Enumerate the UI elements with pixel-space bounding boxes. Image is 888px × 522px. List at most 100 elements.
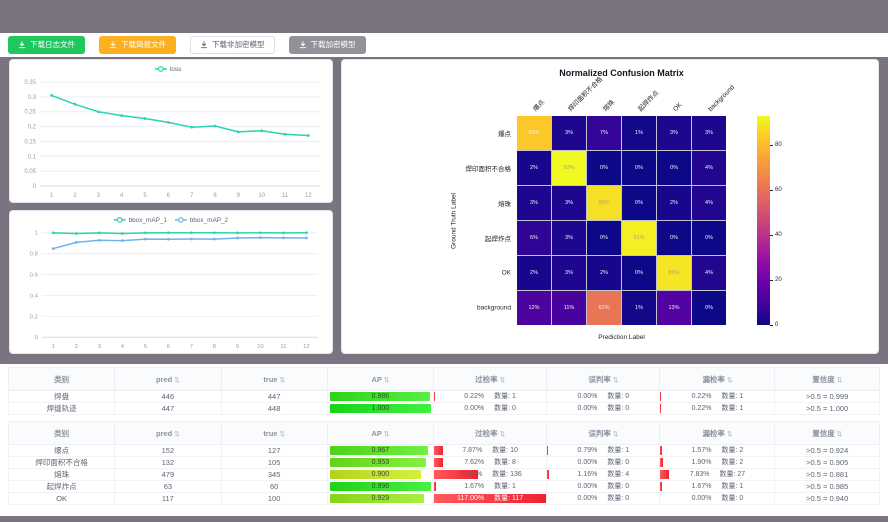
pred-value: 479 xyxy=(115,469,221,481)
miss-rate-cell: 7.83%数量: 27 xyxy=(660,469,775,481)
sort-icon[interactable]: ⇅ xyxy=(500,377,505,384)
misjudge-rate-cell: 0.00%数量: 0 xyxy=(547,493,660,505)
column-header-类别: 类别 xyxy=(9,422,115,445)
matrix-grid: 83%3%7%1%3%3%2%93%0%0%0%4%3%3%88%0%2%4%6… xyxy=(517,116,726,325)
svg-text:4: 4 xyxy=(120,193,124,199)
svg-text:5: 5 xyxy=(143,193,147,199)
sort-icon[interactable]: ⇅ xyxy=(500,431,505,438)
matrix-cell: 88% xyxy=(587,186,621,220)
confidence-value: >0.5 = 0.940 xyxy=(775,493,880,505)
column-header-漏检率: 漏检率⇅ xyxy=(660,422,775,445)
true-value: 448 xyxy=(221,403,327,415)
colorbar-tick-label: 20 xyxy=(775,277,782,283)
matrix-col-label: background xyxy=(707,84,736,113)
legend-item-bbox_mAP_1[interactable]: bbox_mAP_1 xyxy=(114,217,168,224)
training-dashboard: 下载日志文件下载简报文件下载非加密模型下载加密模型 00.050.10.150.… xyxy=(0,0,888,516)
column-header-AP: AP⇅ xyxy=(327,368,433,391)
matrix-cell: 4% xyxy=(692,151,726,185)
class-name: OK xyxy=(9,493,115,505)
legend-item-loss[interactable]: loss xyxy=(155,66,182,73)
class-name: 焊盘 xyxy=(9,391,115,403)
svg-text:0.05: 0.05 xyxy=(24,169,36,175)
column-header-pred: pred⇅ xyxy=(115,422,221,445)
column-header-pred: pred⇅ xyxy=(115,368,221,391)
download-button-1[interactable]: 下载日志文件 xyxy=(8,36,85,54)
svg-text:2: 2 xyxy=(75,344,78,350)
matrix-cell: 0% xyxy=(692,221,726,255)
table-row: 起焊炸点63600.9961.67%数量: 10.00%数量: 01.67%数量… xyxy=(9,481,880,493)
colorbar-tick-label: 40 xyxy=(775,232,782,238)
svg-text:0.2: 0.2 xyxy=(28,125,37,131)
sort-icon[interactable]: ⇅ xyxy=(279,377,284,384)
svg-text:3: 3 xyxy=(97,193,101,199)
confidence-value: >0.5 = 0.999 xyxy=(775,391,880,403)
legend-item-bbox_mAP_2[interactable]: bbox_mAP_2 xyxy=(175,217,229,224)
sort-icon[interactable]: ⇅ xyxy=(384,377,389,384)
misjudge-rate-cell: 1.16%数量: 4 xyxy=(547,469,660,481)
download-button-3[interactable]: 下载非加密模型 xyxy=(190,36,275,54)
loss-chart-card: 00.050.10.150.20.250.30.3512345678910111… xyxy=(9,59,333,203)
svg-text:0.25: 0.25 xyxy=(24,110,36,116)
matrix-cell: 4% xyxy=(692,256,726,290)
matrix-cell: 93% xyxy=(552,151,586,185)
overkill-rate-cell: 1.67%数量: 1 xyxy=(434,481,547,493)
svg-text:6: 6 xyxy=(167,193,171,199)
true-value: 127 xyxy=(221,445,327,457)
true-value: 100 xyxy=(221,493,327,505)
svg-text:8: 8 xyxy=(213,193,217,199)
ap-cell: 0.967 xyxy=(327,445,433,457)
matrix-row-label: background xyxy=(342,305,511,312)
sort-icon[interactable]: ⇅ xyxy=(837,431,842,438)
matrix-cell: 0% xyxy=(622,186,656,220)
svg-text:9: 9 xyxy=(236,344,239,350)
sort-icon[interactable]: ⇅ xyxy=(613,377,618,384)
sort-icon[interactable]: ⇅ xyxy=(174,377,179,384)
class-name: 熔珠 xyxy=(9,469,115,481)
column-header-过检率: 过检率⇅ xyxy=(434,422,547,445)
svg-text:0.6: 0.6 xyxy=(30,272,39,278)
svg-text:7: 7 xyxy=(190,193,194,199)
overkill-rate-cell: 117.00%数量: 117 xyxy=(434,493,547,505)
download-button-4[interactable]: 下载加密模型 xyxy=(289,36,366,54)
svg-text:6: 6 xyxy=(167,344,171,350)
table-row: OK1171000.929117.00%数量: 1170.00%数量: 00.0… xyxy=(9,493,880,505)
miss-rate-cell: 0.22%数量: 1 xyxy=(660,403,775,415)
matrix-row-label: 爆点 xyxy=(342,128,511,138)
miss-rate-cell: 1.90%数量: 2 xyxy=(660,457,775,469)
svg-text:10: 10 xyxy=(257,344,264,350)
column-header-误判率: 误判率⇅ xyxy=(547,368,660,391)
svg-text:12: 12 xyxy=(303,344,310,350)
svg-text:0.3: 0.3 xyxy=(28,95,37,101)
overkill-rate-cell: 7.62%数量: 8 xyxy=(434,457,547,469)
confusion-matrix-card: Normalized Confusion Matrix83%3%7%1%3%3%… xyxy=(341,59,879,354)
true-value: 447 xyxy=(221,391,327,403)
matrix-col-label: 焊印面积不合格 xyxy=(565,74,604,113)
class-name: 焊缝轨迹 xyxy=(9,403,115,415)
column-header-true: true⇅ xyxy=(221,422,327,445)
matrix-cell: 3% xyxy=(552,116,586,150)
sort-icon[interactable]: ⇅ xyxy=(174,431,179,438)
matrix-cell: 3% xyxy=(692,116,726,150)
sort-icon[interactable]: ⇅ xyxy=(384,431,389,438)
matrix-cell: 6% xyxy=(517,221,551,255)
matrix-row-label: OK xyxy=(342,270,511,277)
matrix-cell: 0% xyxy=(587,221,621,255)
matrix-cell: 0% xyxy=(587,151,621,185)
svg-text:bbox_mAP_2: bbox_mAP_2 xyxy=(190,217,229,224)
matrix-cell: 1% xyxy=(622,291,656,325)
matrix-cell: 3% xyxy=(552,221,586,255)
series-bbox_mAP_1 xyxy=(52,231,308,234)
svg-text:0.15: 0.15 xyxy=(24,139,36,145)
sort-icon[interactable]: ⇅ xyxy=(837,377,842,384)
overkill-rate-cell: 0.22%数量: 1 xyxy=(434,391,547,403)
sort-icon[interactable]: ⇅ xyxy=(613,431,618,438)
svg-text:0.8: 0.8 xyxy=(30,252,39,258)
pred-value: 63 xyxy=(115,481,221,493)
download-button-2[interactable]: 下载简报文件 xyxy=(99,36,176,54)
colorbar-tick xyxy=(770,145,773,146)
sort-icon[interactable]: ⇅ xyxy=(727,431,732,438)
sort-icon[interactable]: ⇅ xyxy=(727,377,732,384)
sort-icon[interactable]: ⇅ xyxy=(279,431,284,438)
matrix-cell: 2% xyxy=(517,256,551,290)
matrix-cell: 3% xyxy=(657,116,691,150)
